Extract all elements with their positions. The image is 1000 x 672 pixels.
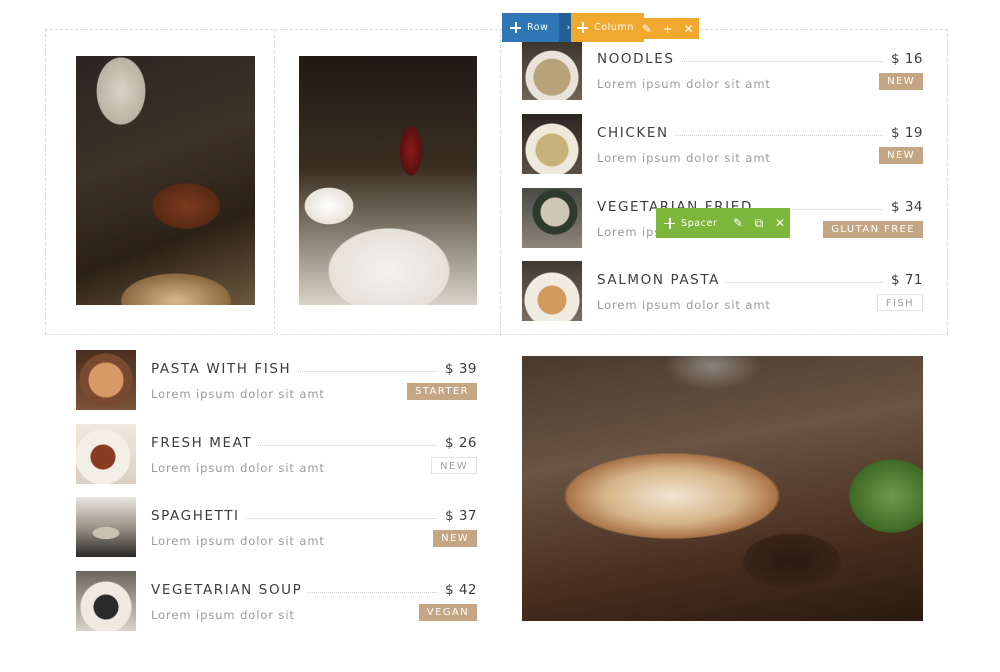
menu-item-price: $ 26 <box>438 435 477 451</box>
menu-item[interactable]: CHICKEN $ 19 Lorem ipsum dolor sit amt N… <box>597 123 923 183</box>
menu-item-badge: NEW <box>433 530 477 547</box>
menu-item-description: Lorem ipsum dolor sit <box>151 608 295 622</box>
menu-item[interactable]: NOODLES $ 16 Lorem ipsum dolor sit amt N… <box>597 49 923 109</box>
menu-item-badge: GLUTAN FREE <box>823 221 923 238</box>
menu-item-name: SALMON PASTA <box>597 272 726 288</box>
menu-item-name: SPAGHETTI <box>151 508 246 524</box>
column-handle[interactable]: Column <box>571 13 644 42</box>
spacer-toolbar[interactable]: Spacer ✎ ⧉ ✕ <box>656 208 791 238</box>
dotted-leader <box>657 135 883 136</box>
chevron-right-icon: › <box>566 22 571 33</box>
menu-item-name: CHICKEN <box>597 125 675 141</box>
menu-item-price: $ 16 <box>884 51 923 67</box>
steak-photo[interactable] <box>76 56 255 305</box>
spacer-delete-button[interactable]: ✕ <box>769 208 790 238</box>
menu-item[interactable]: FRESH MEAT $ 26 Lorem ipsum dolor sit am… <box>151 433 477 493</box>
grilled-fish-photo[interactable] <box>522 356 923 621</box>
menu-item-description: Lorem ipsum dolor sit amt <box>151 387 325 401</box>
menu-item-description: Lorem ipsum dolor sit amt <box>151 461 325 475</box>
noodles-photo[interactable] <box>522 40 582 100</box>
move-icon <box>510 22 521 33</box>
menu-item-name: FRESH MEAT <box>151 435 259 451</box>
salmon-pasta-photo[interactable] <box>522 261 582 321</box>
menu-item-badge: VEGAN <box>418 604 477 621</box>
menu-item-badge: NEW <box>879 147 923 164</box>
close-icon: ✕ <box>774 216 785 230</box>
menu-item-price: $ 37 <box>438 508 477 524</box>
menu-item-badge: STARTER <box>407 383 477 400</box>
menu-item-description: Lorem ipsum dolor sit amt <box>597 151 771 165</box>
close-icon: ✕ <box>683 21 694 36</box>
row-label: Row <box>527 22 549 33</box>
column-label: Column <box>594 22 634 33</box>
column-divider <box>500 30 501 334</box>
menu-item-description: Lorem ipsum dolor sit amt <box>597 77 771 91</box>
menu-item[interactable]: SALMON PASTA $ 71 Lorem ipsum dolor sit … <box>597 270 923 330</box>
column-add-button[interactable]: + <box>657 18 678 39</box>
menu-item-price: $ 39 <box>438 361 477 377</box>
vegetarian-fried-photo[interactable] <box>522 188 582 248</box>
row-handle[interactable]: Row <box>502 13 559 42</box>
vegetarian-soup-photo[interactable] <box>76 571 136 631</box>
column-actions: ✎ + ✕ <box>636 18 699 39</box>
column-edit-button[interactable]: ✎ <box>636 18 657 39</box>
pencil-icon: ✎ <box>641 21 652 36</box>
menu-item-badge: NEW <box>431 457 477 474</box>
menu-item-description: Lorem ipsum dolor sit amt <box>597 298 771 312</box>
spacer-edit-button[interactable]: ✎ <box>727 208 748 238</box>
move-icon <box>664 217 675 229</box>
move-icon <box>577 22 588 33</box>
menu-item[interactable]: VEGETARIAN SOUP $ 42 Lorem ipsum dolor s… <box>151 580 477 640</box>
chicken-photo[interactable] <box>522 114 582 174</box>
menu-item[interactable]: PASTA WITH FISH $ 39 Lorem ipsum dolor s… <box>151 359 477 419</box>
pasta-with-fish-photo[interactable] <box>76 350 136 410</box>
column-toolbar[interactable]: Column <box>571 13 644 42</box>
row-toolbar[interactable]: Row › <box>502 13 579 42</box>
menu-item-price: $ 34 <box>884 199 923 215</box>
salmon-dish-photo[interactable] <box>299 56 477 305</box>
menu-item-price: $ 19 <box>884 125 923 141</box>
spacer-duplicate-button[interactable]: ⧉ <box>748 208 769 238</box>
menu-item-badge: NEW <box>879 73 923 90</box>
plus-icon: + <box>662 21 673 36</box>
menu-item-price: $ 71 <box>884 272 923 288</box>
menu-item-description: Lorem ipsum dolor sit amt <box>151 534 325 548</box>
column-delete-button[interactable]: ✕ <box>678 18 699 39</box>
pencil-icon: ✎ <box>732 216 743 230</box>
column-divider <box>274 30 275 334</box>
menu-item-badge: FISH <box>876 294 923 311</box>
dotted-leader <box>657 61 883 62</box>
menu-item-price: $ 42 <box>438 582 477 598</box>
menu-item-name: PASTA WITH FISH <box>151 361 298 377</box>
menu-item-name: NOODLES <box>597 51 681 67</box>
spaghetti-photo[interactable] <box>76 497 136 557</box>
menu-item-name: VEGETARIAN SOUP <box>151 582 309 598</box>
fresh-meat-photo[interactable] <box>76 424 136 484</box>
duplicate-icon: ⧉ <box>754 215 764 230</box>
spacer-label: Spacer <box>681 217 718 229</box>
spacer-handle[interactable]: Spacer <box>656 208 727 238</box>
menu-item[interactable]: SPAGHETTI $ 37 Lorem ipsum dolor sit amt… <box>151 506 477 566</box>
